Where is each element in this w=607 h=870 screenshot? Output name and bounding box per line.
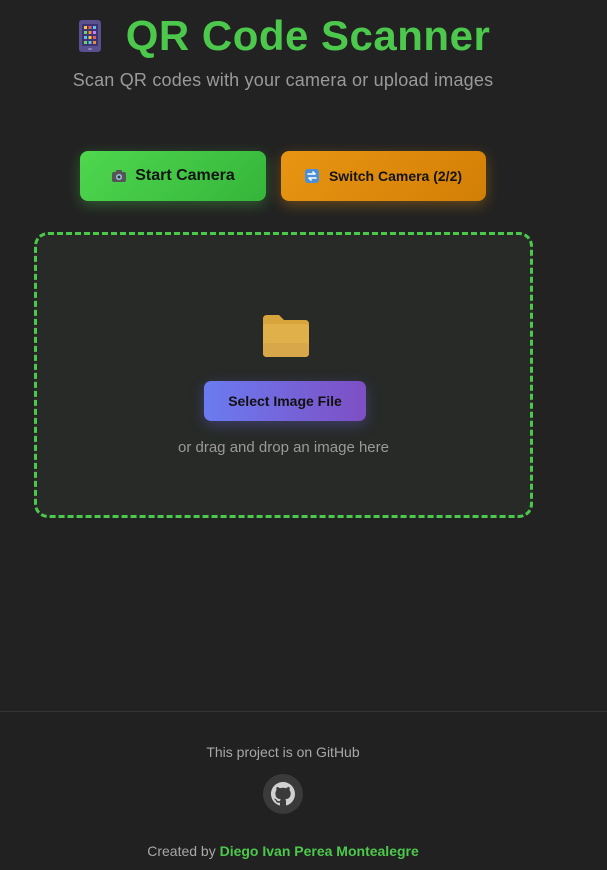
title-row: QR Code Scanner xyxy=(0,12,566,60)
camera-icon xyxy=(111,169,127,183)
credit-prefix: Created by xyxy=(147,843,216,859)
switch-camera-label: Switch Camera (2/2) xyxy=(328,168,463,184)
switch-arrows-icon xyxy=(304,169,321,183)
switch-camera-button[interactable]: Switch Camera (2/2) xyxy=(281,151,486,201)
folder-icon xyxy=(261,313,311,359)
start-camera-label: Start Camera xyxy=(135,167,235,184)
drop-hint-text: or drag and drop an image here xyxy=(178,439,389,456)
page-subtitle: Scan QR codes with your camera or upload… xyxy=(72,70,494,90)
github-icon[interactable] xyxy=(263,774,303,814)
image-drop-zone[interactable]: Select Image File or drag and drop an im… xyxy=(34,232,533,518)
select-image-file-button[interactable]: Select Image File xyxy=(204,381,366,421)
github-text: This project is on GitHub xyxy=(206,744,360,760)
author-link[interactable]: Diego Ivan Perea Montealegre xyxy=(220,843,419,859)
mobile-phone-icon xyxy=(76,19,104,53)
footer: This project is on GitHub Created by Die… xyxy=(0,711,607,870)
page-title: QR Code Scanner xyxy=(125,12,491,59)
start-camera-button[interactable]: Start Camera xyxy=(80,151,266,201)
credit-line: Created by Diego Ivan Perea Montealegre xyxy=(0,843,566,859)
